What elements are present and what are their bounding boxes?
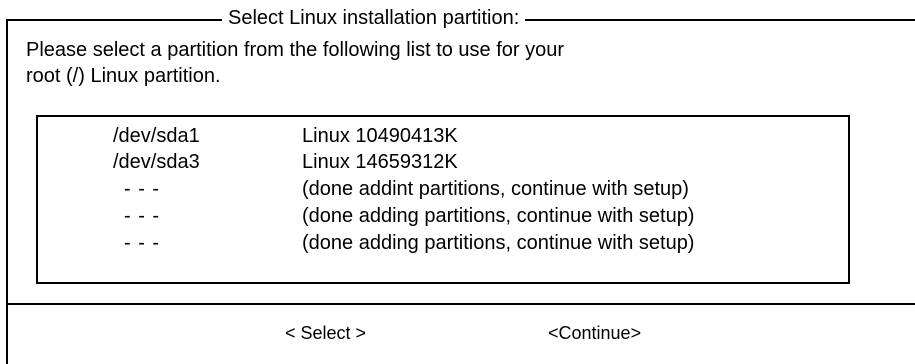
partition-description: (done adding partitions, continue with s… [302, 205, 695, 227]
prompt-line-1: Please select a partition from the follo… [26, 39, 565, 61]
partition-description: Linux 14659312K [302, 151, 458, 173]
dialog-title: Select Linux installation partition: [222, 6, 526, 30]
partition-device: /dev/sda3 [113, 151, 200, 173]
continue-button[interactable]: <Continue> [548, 321, 641, 345]
select-button[interactable]: < Select > [285, 321, 366, 345]
prompt-line-2: root (/) Linux partition. [26, 65, 221, 87]
partition-device: /dev/sda1 [113, 125, 200, 147]
partition-device: - - - [124, 205, 161, 227]
partition-device: - - - [124, 232, 161, 254]
button-bar-divider [6, 303, 915, 305]
partition-device: - - - [124, 178, 161, 200]
partition-list[interactable]: /dev/sda1 Linux 10490413K /dev/sda3 Linu… [36, 115, 850, 284]
dialog-prompt: Please select a partition from the follo… [26, 37, 826, 89]
partition-description: (done adding partitions, continue with s… [302, 232, 695, 254]
partition-description: Linux 10490413K [302, 125, 458, 147]
partition-description: (done addint partitions, continue with s… [302, 178, 689, 200]
